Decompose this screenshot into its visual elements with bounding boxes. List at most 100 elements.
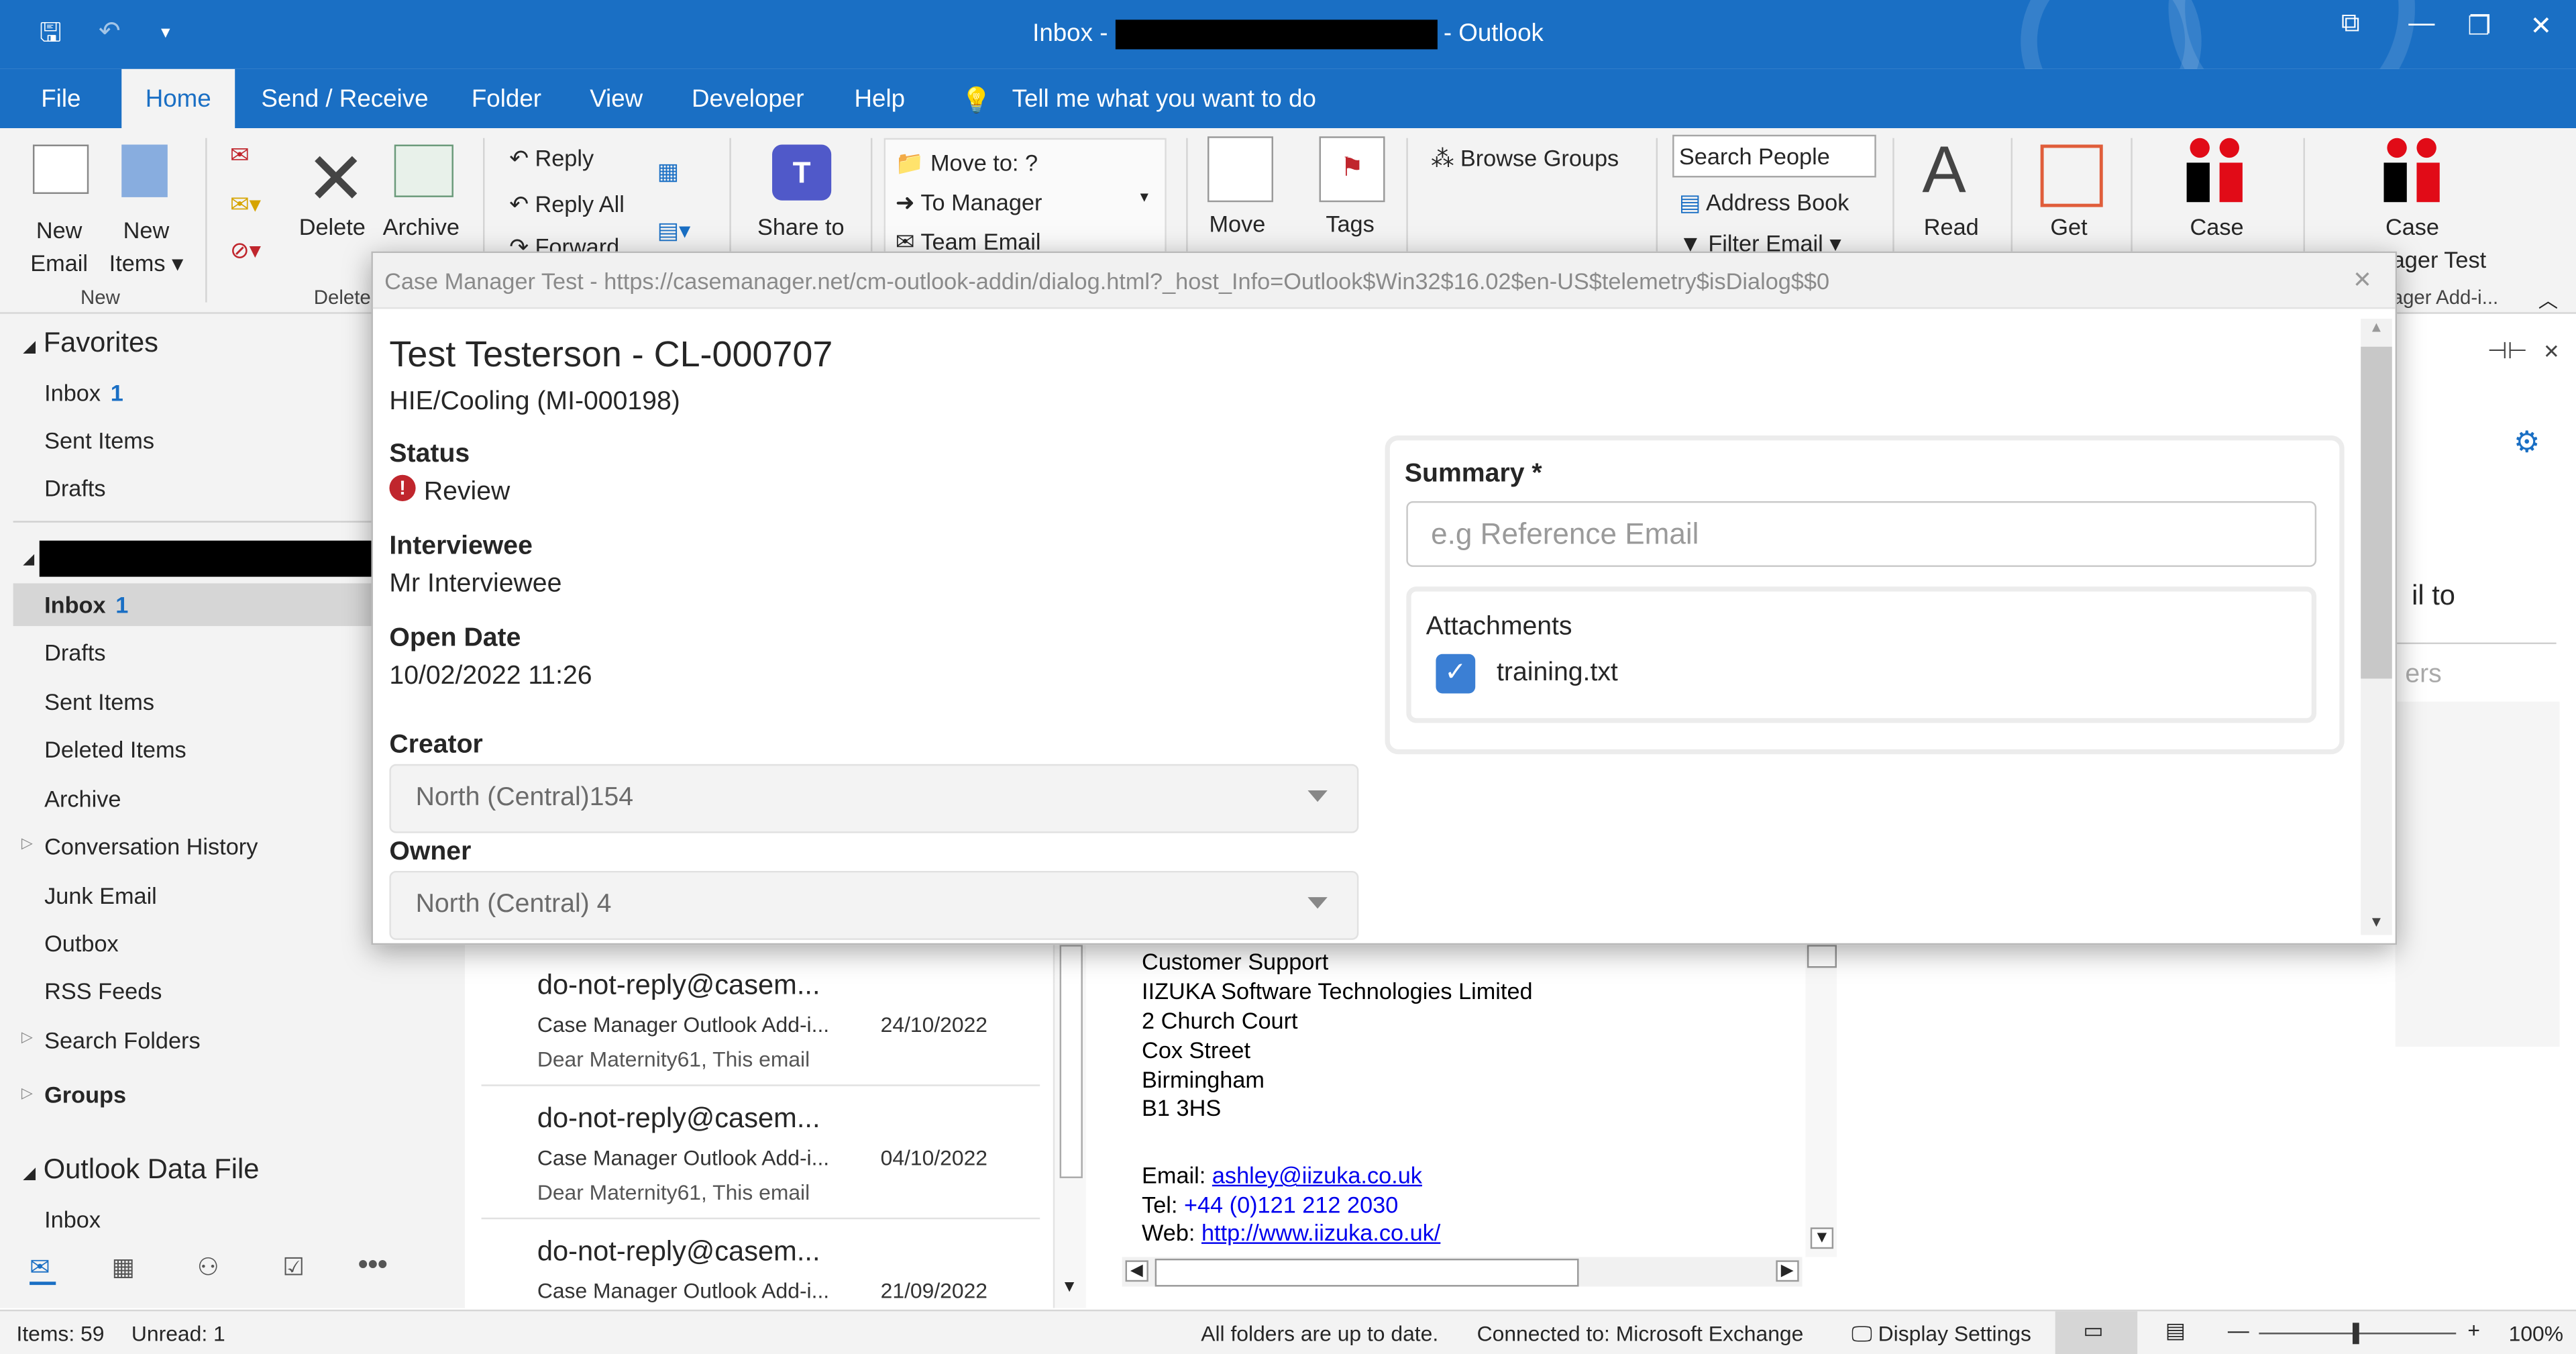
case-manager-logo-icon <box>2186 138 2246 204</box>
minimize-button[interactable]: — <box>2408 10 2434 40</box>
browse-groups-label: Browse Groups <box>1460 144 1619 171</box>
list-item[interactable]: do-not-reply@casem... Case Manager Outlo… <box>481 953 1040 1086</box>
tags-button[interactable]: Tags <box>1326 210 1374 236</box>
folder-search-folders[interactable]: Search Folders <box>44 1027 201 1053</box>
scroll-down-icon[interactable]: ▼ <box>2369 914 2383 930</box>
scroll-right-icon[interactable]: ▶ <box>1776 1260 1799 1282</box>
scrollbar-thumb[interactable] <box>1807 945 1837 968</box>
collapse-ribbon-icon[interactable]: ︿ <box>2538 286 2558 314</box>
gallery-scroll-icon[interactable]: ▾ <box>1140 189 1148 207</box>
move-button[interactable]: Move <box>1209 210 1265 236</box>
browse-groups-button[interactable]: ⁂ Browse Groups <box>1431 145 1619 173</box>
folder-junk-email[interactable]: Junk Email <box>44 882 157 908</box>
scroll-left-icon[interactable]: ◀ <box>1125 1260 1148 1282</box>
web-link[interactable]: http://www.iizuka.co.uk/ <box>1201 1219 1440 1245</box>
expand-icon[interactable]: ▷ <box>21 1029 33 1047</box>
close-pane-icon[interactable]: ✕ <box>2543 340 2560 363</box>
expand-icon[interactable]: ▷ <box>21 835 33 853</box>
pin-icon[interactable]: ⊣⊢ <box>2487 337 2528 365</box>
settings-gear-icon[interactable]: ⚙ <box>2514 425 2540 460</box>
people-icon[interactable]: ⚇ <box>197 1252 219 1282</box>
fav-sent-items[interactable]: Sent Items <box>44 427 154 454</box>
tab-developer[interactable]: Developer <box>692 85 804 113</box>
tab-help[interactable]: Help <box>854 85 905 113</box>
owner-select[interactable]: North (Central) 4 <box>389 870 1359 940</box>
new-email-button[interactable]: New Email <box>23 213 95 279</box>
dialog-close-icon[interactable]: ✕ <box>2353 266 2372 295</box>
expand-icon[interactable]: ▷ <box>21 1084 33 1102</box>
tab-send-receive[interactable]: Send / Receive <box>261 85 428 113</box>
scroll-down-icon[interactable]: ▼ <box>1061 1278 1077 1296</box>
data-file-header[interactable]: ◢ Outlook Data File <box>23 1153 259 1186</box>
zoom-out-icon[interactable]: — <box>2228 1318 2249 1343</box>
tab-view[interactable]: View <box>590 85 643 113</box>
mail-icon[interactable]: ✉ <box>30 1252 50 1282</box>
scrollbar-thumb[interactable] <box>1059 945 1083 1178</box>
quick-step-to-manager[interactable]: ➜ To Manager <box>896 189 1042 217</box>
fav-drafts[interactable]: Drafts <box>44 475 105 501</box>
folder-drafts[interactable]: Drafts <box>44 639 105 666</box>
zoom-slider-thumb[interactable] <box>2352 1322 2359 1345</box>
reply-all-button[interactable]: ↶ Reply All <box>509 191 625 219</box>
ribbon-display-icon[interactable]: ⧉ <box>2341 10 2360 40</box>
case-manager-test-button[interactable]: Case <box>2385 213 2439 240</box>
zoom-in-icon[interactable]: + <box>2467 1318 2480 1343</box>
cleanup-icon[interactable]: ✉▾ <box>230 191 261 219</box>
scroll-up-icon[interactable]: ▲ <box>2369 319 2383 335</box>
folder-outbox[interactable]: Outbox <box>44 930 119 956</box>
folder-deleted-items[interactable]: Deleted Items <box>44 736 186 762</box>
more-modules-icon[interactable]: ••• <box>358 1249 388 1282</box>
meeting-icon[interactable]: ▦ <box>657 158 679 186</box>
folder-archive[interactable]: Archive <box>44 786 121 812</box>
summary-input[interactable] <box>1406 501 2317 567</box>
junk-icon[interactable]: ⊘▾ <box>230 237 261 265</box>
groups-header[interactable]: Groups <box>44 1081 126 1107</box>
tab-home[interactable]: Home <box>121 68 235 130</box>
creator-label: Creator <box>389 731 483 760</box>
address-book-button[interactable]: ▤ Address Book <box>1679 189 1849 217</box>
reading-horizontal-scrollbar[interactable]: ◀ ▶ <box>1122 1257 1803 1287</box>
get-addins-button[interactable]: Get <box>2050 213 2087 240</box>
tel-link[interactable]: +44 (0)121 212 2030 <box>1184 1192 1398 1218</box>
tell-me-search[interactable]: Tell me what you want to do <box>1012 85 1316 113</box>
reading-vertical-scrollbar[interactable]: ▼ <box>1805 945 1837 1257</box>
close-button[interactable]: ✕ <box>2530 10 2552 43</box>
archive-button[interactable]: Archive <box>383 213 460 240</box>
message-list-scrollbar[interactable]: ▼ <box>1053 945 1086 1308</box>
scrollbar-thumb[interactable] <box>1155 1258 1579 1287</box>
folder-inbox[interactable]: Inbox 1 <box>44 592 128 618</box>
read-aloud-icon: A <box>1922 134 1966 207</box>
display-settings-button[interactable]: 🖵 Display Settings <box>1851 1321 2031 1347</box>
more-respond-icon[interactable]: ▤▾ <box>657 217 691 245</box>
restore-button[interactable]: ❐ <box>2467 10 2491 43</box>
new-items-button[interactable]: New Items ▾ <box>102 213 191 279</box>
scroll-down-icon[interactable]: ▼ <box>1810 1227 1833 1249</box>
search-people-input[interactable]: Search People <box>1672 134 1876 178</box>
folder-conversation-history[interactable]: Conversation History <box>44 833 258 860</box>
dialog-scrollbar[interactable]: ▲ ▼ <box>2361 319 2392 935</box>
ignore-icon[interactable]: ✉ <box>230 142 250 170</box>
share-to-teams-button[interactable]: Share to <box>757 213 845 240</box>
attachment-checkbox[interactable]: ✓ <box>1436 654 1476 694</box>
reply-button[interactable]: ↶ Reply <box>509 145 594 173</box>
calendar-icon[interactable]: ▦ <box>112 1252 136 1282</box>
delete-button[interactable]: Delete <box>299 213 366 240</box>
collapse-icon[interactable]: ◢ <box>23 550 34 568</box>
fav-inbox[interactable]: Inbox 1 <box>44 380 123 406</box>
new-items-label-2: Items <box>109 250 166 276</box>
folder-rss-feeds[interactable]: RSS Feeds <box>44 978 162 1004</box>
read-aloud-button[interactable]: Read <box>1924 213 1979 240</box>
tab-file[interactable]: File <box>41 85 80 113</box>
folder-sent-items[interactable]: Sent Items <box>44 688 154 715</box>
email-link[interactable]: ashley@iizuka.co.uk <box>1212 1161 1422 1188</box>
creator-select[interactable]: North (Central)154 <box>389 764 1359 833</box>
tab-folder[interactable]: Folder <box>472 85 541 113</box>
quick-step-move-to[interactable]: 📁 Move to: ? <box>896 150 1038 178</box>
tasks-icon[interactable]: ☑ <box>282 1252 305 1282</box>
case-manager-button[interactable]: Case <box>2190 213 2244 240</box>
favorites-header[interactable]: ◢ Favorites <box>23 327 158 360</box>
reading-view-icon[interactable]: ▤ <box>2165 1318 2186 1344</box>
list-item[interactable]: do-not-reply@casem... Case Manager Outlo… <box>481 1086 1040 1220</box>
data-file-inbox[interactable]: Inbox <box>44 1206 101 1229</box>
scrollbar-thumb[interactable] <box>2361 346 2392 679</box>
